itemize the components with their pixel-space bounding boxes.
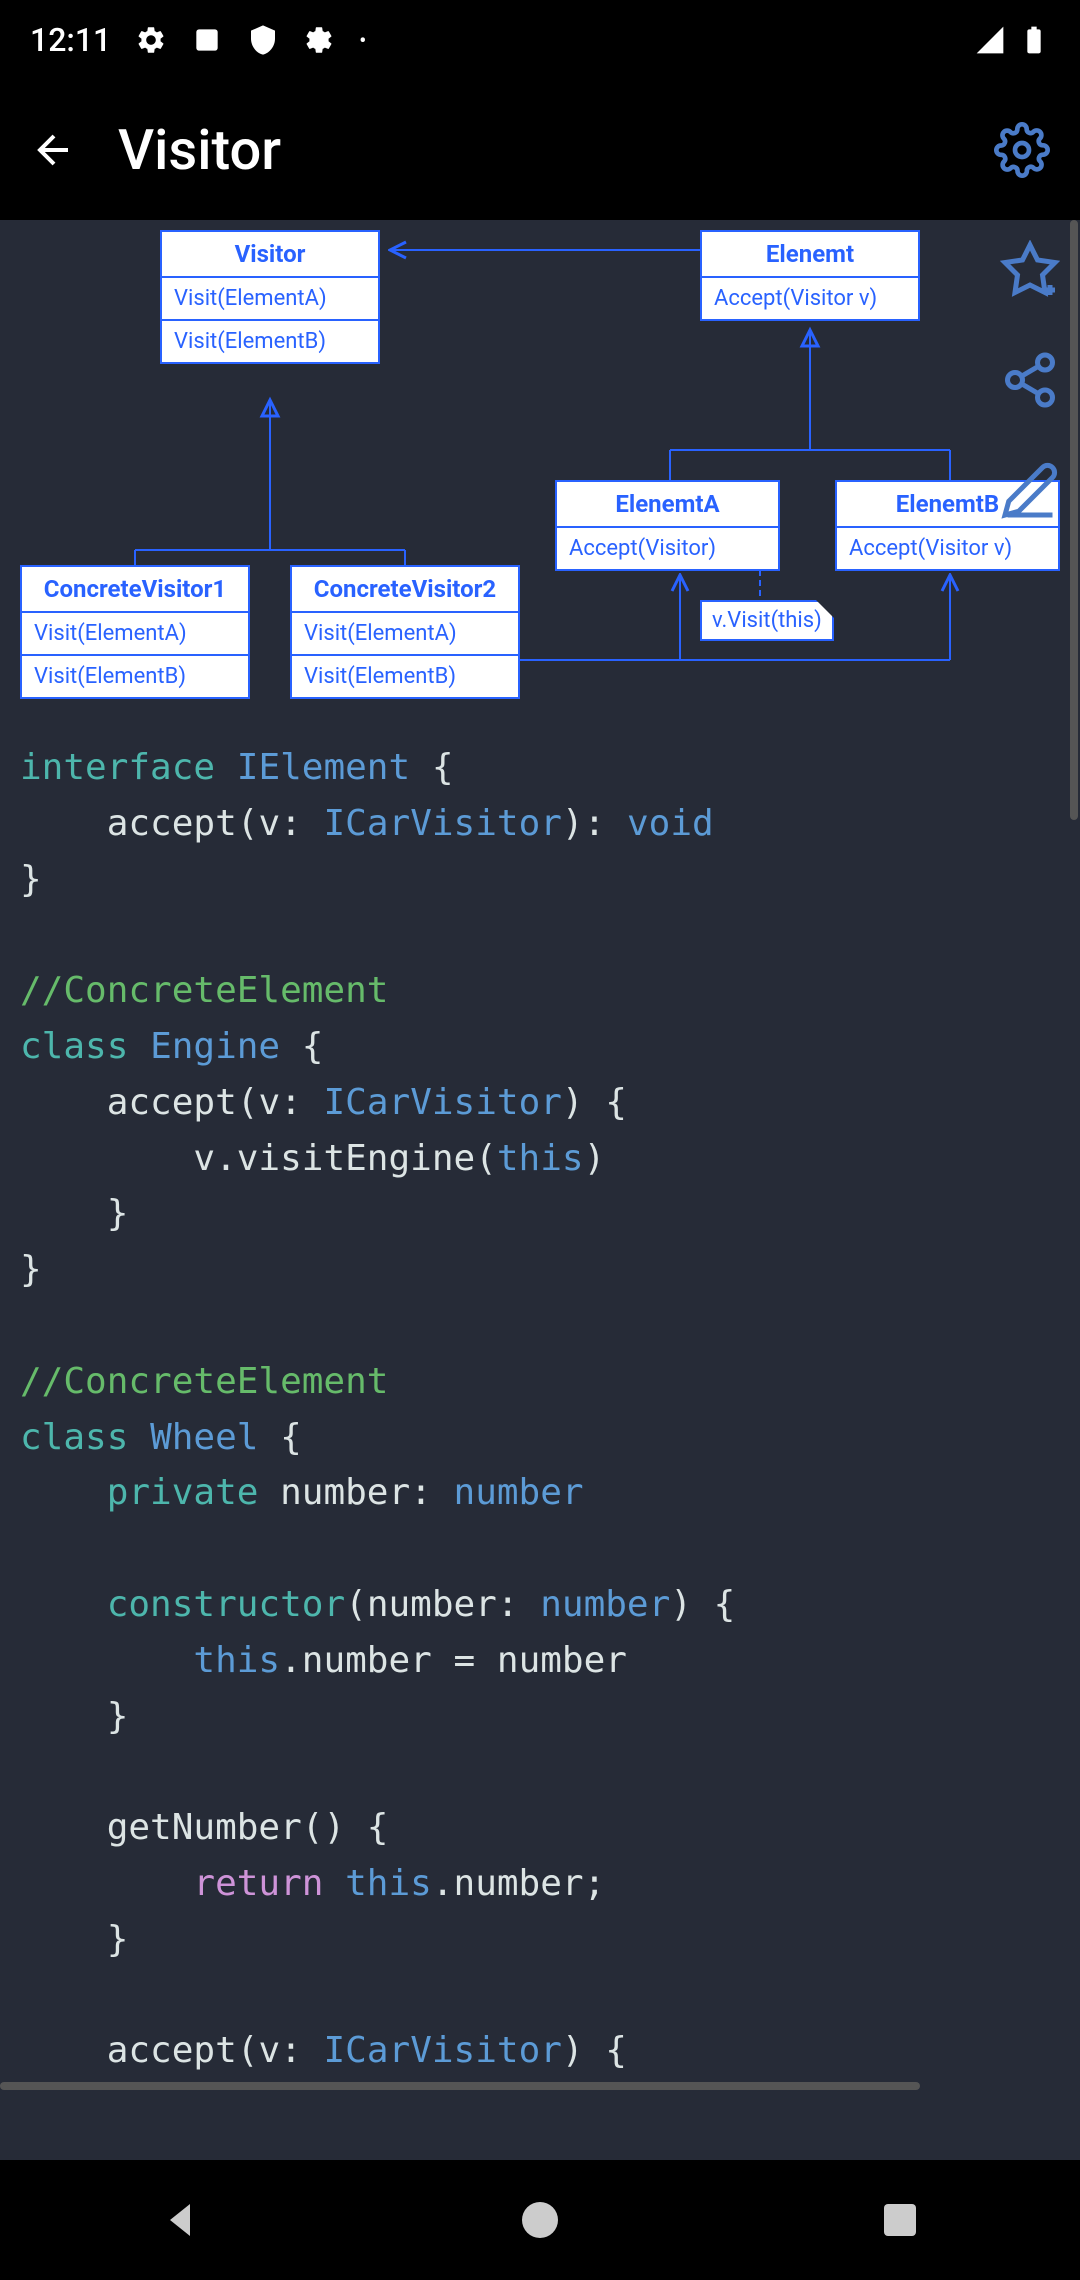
battery-icon [1018, 24, 1050, 56]
nav-back-icon[interactable] [156, 2196, 204, 2244]
code-block: interface IElement { accept(v: ICarVisit… [0, 720, 1080, 2099]
app-bar: Visitor [0, 80, 1080, 220]
status-bar: 12:11 • [0, 0, 1080, 80]
status-time: 12:11 [30, 21, 111, 59]
uml-visitor: Visitor Visit(ElementA) Visit(ElementB) [160, 230, 380, 364]
uml-element: Elenemt Accept(Visitor v) [700, 230, 920, 321]
scrollbar-horizontal[interactable] [0, 2082, 920, 2090]
card-status-icon [191, 24, 223, 56]
nav-bar [0, 2160, 1080, 2280]
uml-diagram: Visitor Visit(ElementA) Visit(ElementB) … [0, 220, 1080, 720]
settings-icon[interactable] [994, 122, 1050, 178]
gear2-status-icon [303, 24, 335, 56]
share-icon[interactable] [1000, 350, 1060, 410]
nav-recent-icon[interactable] [876, 2196, 924, 2244]
edit-icon[interactable] [1000, 460, 1060, 520]
uml-note: v.Visit(this) [700, 600, 834, 641]
dot-status-icon: • [359, 28, 366, 52]
uml-concrete-visitor2: ConcreteVisitor2 Visit(ElementA) Visit(E… [290, 565, 520, 699]
content-area[interactable]: Visitor Visit(ElementA) Visit(ElementB) … [0, 220, 1080, 2210]
gear-status-icon [135, 24, 167, 56]
uml-element-a: ElenemtA Accept(Visitor) [555, 480, 780, 571]
signal-icon [974, 24, 1006, 56]
back-arrow-icon[interactable] [30, 126, 78, 174]
nav-home-icon[interactable] [516, 2196, 564, 2244]
favorite-icon[interactable] [1000, 240, 1060, 300]
shield-status-icon [247, 24, 279, 56]
uml-concrete-visitor1: ConcreteVisitor1 Visit(ElementA) Visit(E… [20, 565, 250, 699]
page-title: Visitor [118, 117, 954, 183]
